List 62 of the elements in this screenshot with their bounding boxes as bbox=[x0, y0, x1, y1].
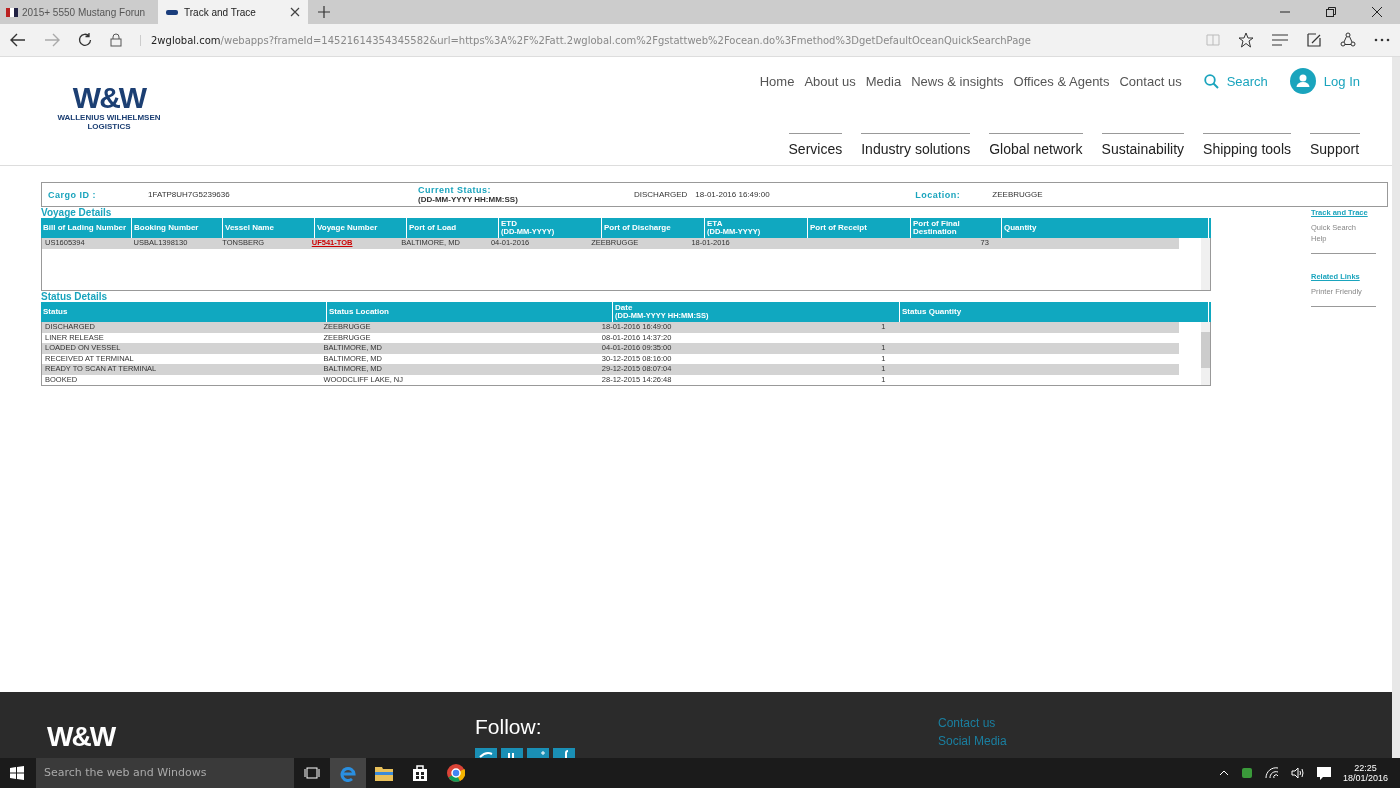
nav-link[interactable]: Home bbox=[759, 73, 795, 89]
field-label: Location: bbox=[915, 189, 962, 200]
menu-tab[interactable]: Services bbox=[788, 133, 843, 157]
star-icon[interactable] bbox=[1238, 32, 1254, 48]
wifi-icon[interactable] bbox=[1264, 767, 1279, 779]
scrollbar[interactable] bbox=[1392, 57, 1400, 758]
menu-tab[interactable]: Support bbox=[1310, 133, 1360, 157]
field-label: Current Status: bbox=[418, 185, 492, 195]
restore-icon[interactable] bbox=[1326, 7, 1336, 17]
follow-heading: Follow: bbox=[475, 714, 543, 740]
field-label: Cargo ID : bbox=[47, 189, 97, 200]
menu-tab[interactable]: Sustainability bbox=[1101, 133, 1185, 157]
lock-icon bbox=[110, 33, 122, 47]
more-icon[interactable] bbox=[1374, 38, 1390, 42]
clock-time[interactable]: 22:25 bbox=[1354, 763, 1377, 773]
new-tab-icon[interactable] bbox=[318, 6, 330, 18]
nav-link[interactable]: Offices & Agents bbox=[1013, 73, 1110, 89]
scrollbar[interactable] bbox=[1201, 322, 1210, 385]
logo-text: WALLENIUS WILHELMSEN bbox=[57, 113, 161, 122]
footer-logo[interactable]: W&W bbox=[47, 722, 475, 758]
section-title: Voyage Details bbox=[41, 208, 113, 218]
menu-tab[interactable]: Industry solutions bbox=[861, 133, 971, 157]
pen-icon[interactable] bbox=[1306, 32, 1322, 48]
logo-text: LOGISTICS bbox=[87, 122, 131, 131]
search-icon bbox=[1203, 73, 1219, 89]
taskbar-search-field[interactable]: Search the web and Windows bbox=[36, 758, 294, 788]
nav-link[interactable]: Media bbox=[865, 73, 902, 89]
browser-tab[interactable]: Track and Trace bbox=[158, 0, 308, 24]
share-icon[interactable] bbox=[1340, 32, 1356, 48]
nav-link[interactable]: News & insights bbox=[911, 73, 1004, 89]
section-title: Status Details bbox=[41, 292, 109, 302]
close-icon[interactable] bbox=[290, 7, 300, 17]
notification-icon[interactable] bbox=[1316, 766, 1331, 780]
nav-link[interactable]: Contact us bbox=[1119, 73, 1182, 89]
cargo-id: 1FATP8UH7G5239636 bbox=[148, 190, 231, 199]
clock-date[interactable]: 18/01/2016 bbox=[1342, 773, 1388, 783]
chevron-up-icon[interactable] bbox=[1218, 770, 1229, 776]
scrollbar[interactable] bbox=[1201, 238, 1210, 290]
round-logo-icon bbox=[447, 764, 465, 782]
location-value: ZEEBRUGGE bbox=[992, 190, 1043, 199]
windows-icon[interactable] bbox=[10, 766, 24, 780]
browser-e-icon bbox=[339, 764, 357, 782]
tray-app-icon[interactable] bbox=[1240, 767, 1253, 779]
speaker-icon[interactable] bbox=[1290, 767, 1305, 779]
logo-mark[interactable]: W&W bbox=[72, 83, 146, 113]
refresh-icon[interactable] bbox=[78, 33, 92, 47]
menu-icon[interactable] bbox=[1272, 34, 1288, 46]
flag-icon bbox=[6, 7, 18, 17]
status-value: DISCHARGED bbox=[634, 190, 688, 199]
folder-icon bbox=[375, 765, 393, 781]
user-icon bbox=[1289, 68, 1316, 94]
browser-tab[interactable]: 2015+ 5550 Mustang Forun bbox=[0, 0, 158, 24]
site-icon bbox=[166, 9, 178, 15]
format-hint: (DD-MM-YYYY HH:MM:SS) bbox=[418, 195, 519, 204]
task-view-icon[interactable] bbox=[304, 767, 320, 779]
nav-link[interactable]: About us bbox=[804, 73, 856, 89]
back-icon[interactable] bbox=[10, 33, 26, 47]
menu-tab[interactable]: Global network bbox=[989, 133, 1083, 157]
menu-tab[interactable]: Shipping tools bbox=[1203, 133, 1291, 157]
close-icon[interactable] bbox=[1372, 7, 1382, 17]
status-date: 18-01-2016 16:49:00 bbox=[694, 190, 771, 199]
shopping-bag-icon bbox=[412, 764, 428, 782]
